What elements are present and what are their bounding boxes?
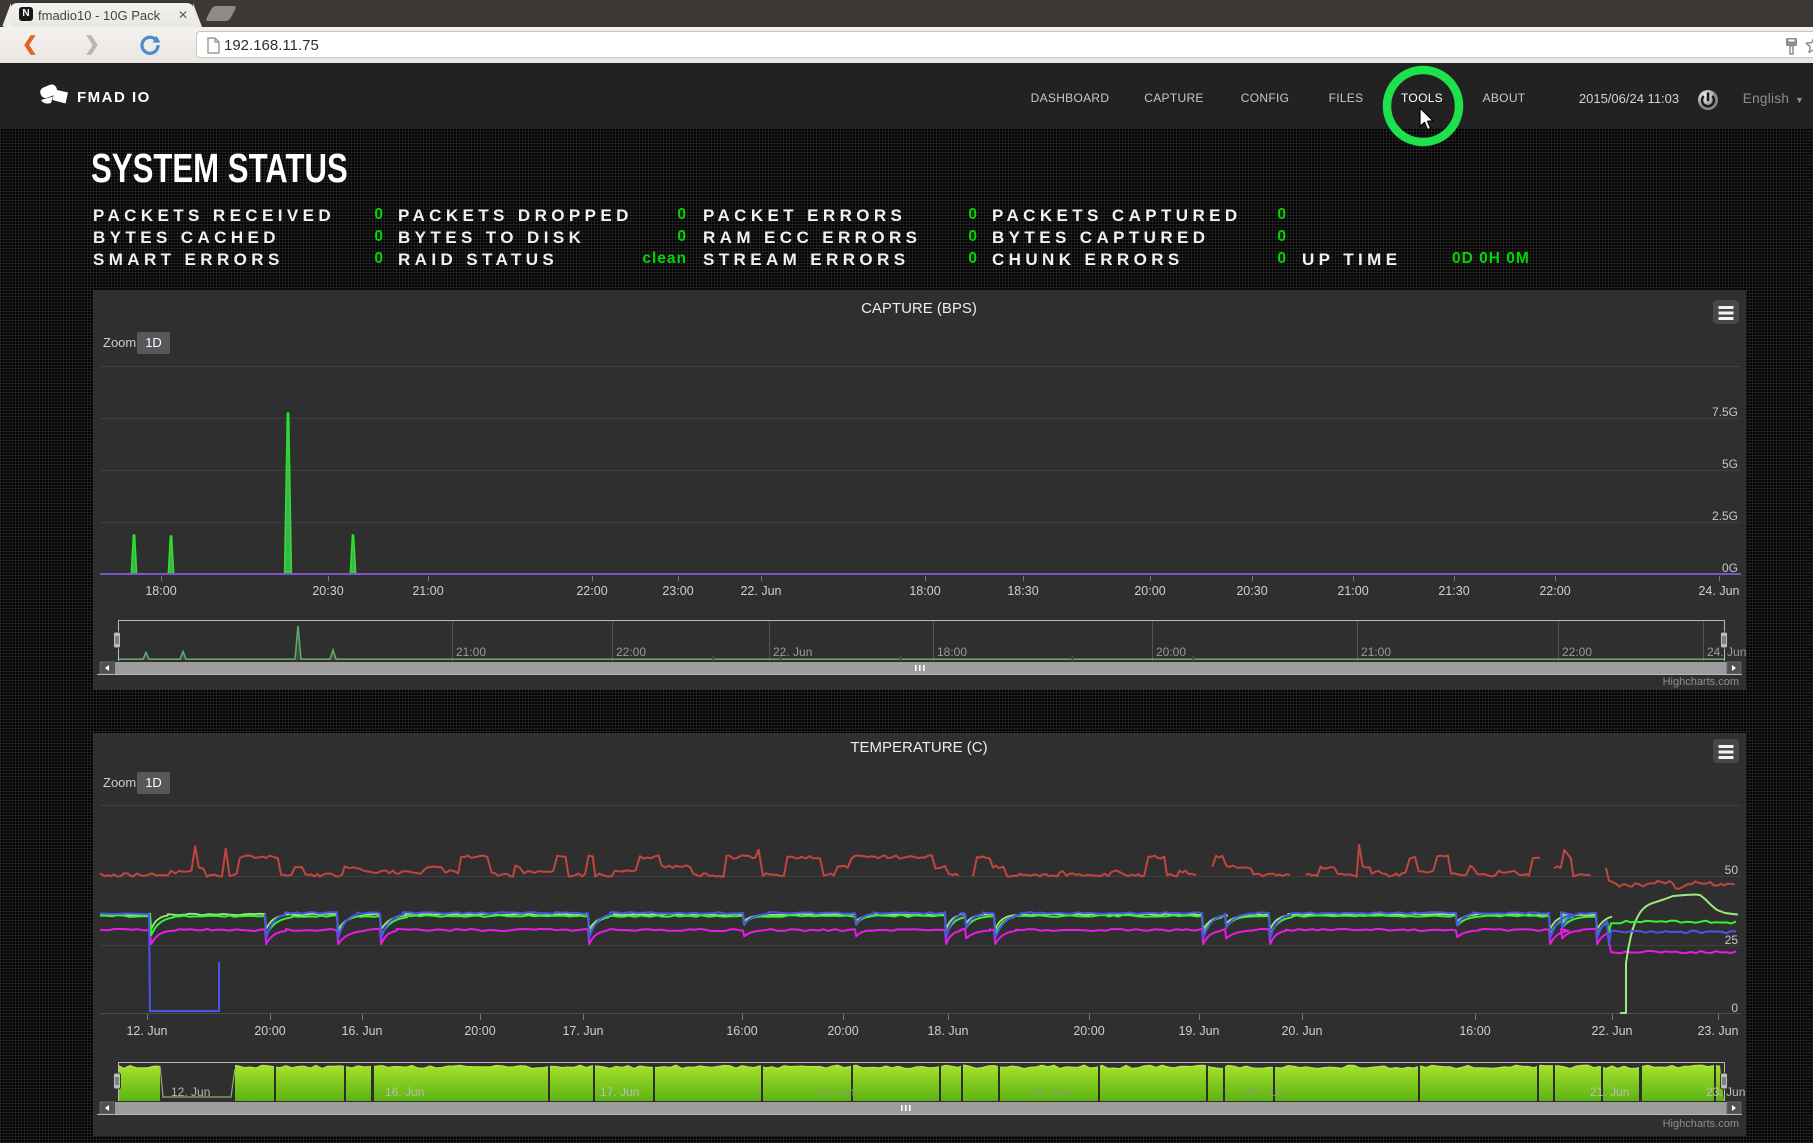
svg-text:21:00: 21:00 <box>412 584 443 598</box>
svg-text:22:00: 22:00 <box>616 645 646 659</box>
svg-text:21. Jun: 21. Jun <box>1590 1085 1629 1099</box>
svg-text:20. Jun: 20. Jun <box>1245 1085 1284 1099</box>
svg-text:22. Jun: 22. Jun <box>740 584 781 598</box>
svg-text:0G: 0G <box>1722 561 1738 575</box>
svg-text:25: 25 <box>1725 933 1739 947</box>
svg-text:20:00: 20:00 <box>827 1024 858 1038</box>
svg-text:17. Jun: 17. Jun <box>562 1024 603 1038</box>
svg-text:20. Jun: 20. Jun <box>1281 1024 1322 1038</box>
svg-text:18:00: 18:00 <box>145 584 176 598</box>
svg-text:19. Jun: 19. Jun <box>1178 1024 1219 1038</box>
svg-text:TEMPERATURE (C): TEMPERATURE (C) <box>850 739 987 756</box>
svg-text:12. Jun: 12. Jun <box>171 1085 210 1099</box>
svg-text:23:00: 23:00 <box>662 584 693 598</box>
svg-text:Highcharts.com: Highcharts.com <box>1663 676 1739 688</box>
svg-text:20:00: 20:00 <box>1156 645 1186 659</box>
svg-text:2.5G: 2.5G <box>1712 509 1738 523</box>
svg-text:CAPTURE (BPS): CAPTURE (BPS) <box>861 300 977 317</box>
svg-text:18. Jun: 18. Jun <box>927 1024 968 1038</box>
svg-text:16. Jun: 16. Jun <box>385 1085 424 1099</box>
svg-text:18. Jun: 18. Jun <box>815 1085 854 1099</box>
svg-text:21:00: 21:00 <box>1361 645 1391 659</box>
svg-text:20:00: 20:00 <box>254 1024 285 1038</box>
svg-text:1D: 1D <box>145 775 162 790</box>
svg-text:22:00: 22:00 <box>1539 584 1570 598</box>
svg-text:16. Jun: 16. Jun <box>341 1024 382 1038</box>
svg-text:18:00: 18:00 <box>937 645 967 659</box>
svg-text:Zoom: Zoom <box>103 775 136 790</box>
svg-text:16:00: 16:00 <box>1459 1024 1490 1038</box>
svg-text:21:00: 21:00 <box>1337 584 1368 598</box>
svg-text:21:00: 21:00 <box>456 645 486 659</box>
svg-text:22. Jun: 22. Jun <box>773 645 812 659</box>
svg-text:18:00: 18:00 <box>909 584 940 598</box>
svg-text:23. Jun: 23. Jun <box>1697 1024 1738 1038</box>
svg-text:16:00: 16:00 <box>726 1024 757 1038</box>
svg-text:19. Jun: 19. Jun <box>1030 1085 1069 1099</box>
svg-text:7.5G: 7.5G <box>1712 405 1738 419</box>
svg-text:22. Jun: 22. Jun <box>1591 1024 1632 1038</box>
svg-text:20:30: 20:30 <box>312 584 343 598</box>
svg-text:12. Jun: 12. Jun <box>126 1024 167 1038</box>
svg-text:17. Jun: 17. Jun <box>600 1085 639 1099</box>
svg-text:1D: 1D <box>145 335 162 350</box>
svg-text:0: 0 <box>1731 1001 1738 1015</box>
svg-text:18:30: 18:30 <box>1007 584 1038 598</box>
svg-text:50: 50 <box>1725 863 1739 877</box>
svg-text:20:30: 20:30 <box>1236 584 1267 598</box>
svg-text:20:00: 20:00 <box>464 1024 495 1038</box>
svg-text:20:00: 20:00 <box>1134 584 1165 598</box>
svg-text:5G: 5G <box>1722 457 1738 471</box>
svg-text:21:30: 21:30 <box>1438 584 1469 598</box>
svg-text:22:00: 22:00 <box>1562 645 1592 659</box>
svg-text:20:00: 20:00 <box>1073 1024 1104 1038</box>
svg-text:Zoom: Zoom <box>103 335 136 350</box>
svg-text:Highcharts.com: Highcharts.com <box>1663 1118 1739 1130</box>
svg-text:22:00: 22:00 <box>576 584 607 598</box>
svg-text:24. Jun: 24. Jun <box>1698 584 1739 598</box>
